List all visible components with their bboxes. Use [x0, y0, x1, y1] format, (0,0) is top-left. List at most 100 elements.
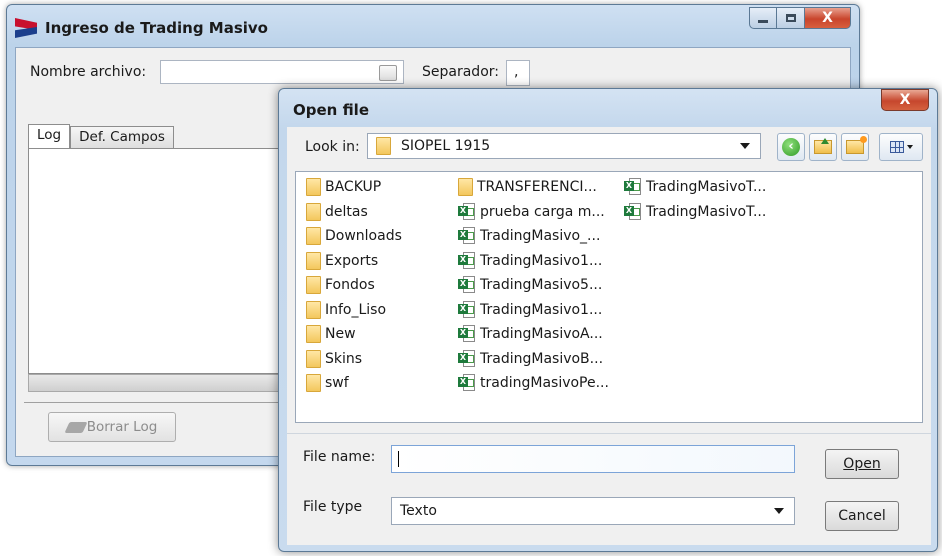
- file-name-text: Downloads: [325, 228, 402, 244]
- file-list[interactable]: BACKUP deltas Downloads Exports Fondos Info_L…: [295, 171, 923, 423]
- divider: [24, 402, 294, 403]
- folder-icon: [306, 300, 321, 319]
- file-name-text: TradingMasivo1...: [480, 301, 603, 318]
- title-bar: Ingreso de Trading Masivo: [15, 15, 268, 41]
- file-name-text: TradingMasivoT...: [646, 179, 767, 195]
- file-name-input[interactable]: [391, 445, 795, 473]
- look-in-value: SIOPEL 1915: [401, 138, 491, 154]
- file-list-item[interactable]: X TradingMasivo1...: [458, 250, 602, 272]
- browse-icon[interactable]: [379, 65, 397, 81]
- open-button-label: Open: [843, 456, 881, 472]
- look-in-label: Look in:: [305, 139, 360, 155]
- file-list-item[interactable]: TRANSFERENCI...: [458, 176, 597, 198]
- file-list-item[interactable]: Skins: [306, 348, 362, 370]
- file-list-item[interactable]: X TradingMasivoT...: [624, 201, 766, 223]
- file-list-item[interactable]: X TradingMasivoA...: [458, 323, 603, 345]
- file-list-item[interactable]: New: [306, 323, 356, 345]
- open-file-dialog: Open file X Look in: SIOPEL 1915 ‹ BACKU…: [278, 88, 938, 552]
- up-folder-icon: [814, 138, 832, 154]
- folder-icon: [306, 178, 321, 196]
- excel-file-icon: X: [458, 349, 476, 368]
- tab-def-campos[interactable]: Def. Campos: [70, 126, 174, 148]
- maximize-button[interactable]: [777, 7, 805, 29]
- up-folder-button[interactable]: [809, 133, 837, 161]
- file-name-text: swf: [325, 375, 349, 391]
- look-in-row: Look in: SIOPEL 1915 ‹: [287, 127, 931, 167]
- file-name-text: TradingMasivo1...: [480, 252, 603, 269]
- file-type-label: File type: [303, 499, 363, 515]
- folder-icon: [376, 137, 391, 155]
- close-button[interactable]: X: [805, 7, 851, 29]
- folder-icon: [458, 178, 473, 196]
- file-name-text: deltas: [325, 203, 368, 220]
- tab-strip: Log Def. Campos: [28, 124, 174, 148]
- file-name-text: TRANSFERENCI...: [477, 179, 597, 195]
- back-button[interactable]: ‹: [777, 133, 805, 161]
- file-name-label: File name:: [303, 449, 376, 465]
- excel-file-icon: X: [458, 325, 476, 343]
- log-panel: [28, 148, 290, 374]
- app-logo-icon: [15, 18, 37, 38]
- look-in-dropdown[interactable]: SIOPEL 1915: [367, 133, 761, 159]
- file-type-value: Texto: [400, 503, 437, 519]
- horizontal-scrollbar[interactable]: [28, 374, 290, 392]
- file-list-item[interactable]: X TradingMasivo_...: [458, 225, 600, 247]
- file-list-item[interactable]: Xprueba carga m...: [458, 201, 605, 223]
- cancel-button[interactable]: Cancel: [825, 501, 899, 531]
- file-name-text: TradingMasivo5...: [480, 277, 603, 293]
- separador-input[interactable]: ,: [506, 60, 530, 86]
- file-name-text: TradingMasivo_...: [480, 228, 601, 244]
- view-menu-button[interactable]: [879, 133, 923, 161]
- file-list-item[interactable]: X TradingMasivoT...: [624, 176, 766, 198]
- file-list-item[interactable]: BACKUP: [306, 176, 381, 198]
- file-list-item[interactable]: X TradingMasivo1...: [458, 299, 602, 321]
- view-grid-icon: [889, 141, 904, 153]
- file-list-item[interactable]: Downloads: [306, 225, 402, 247]
- nombre-archivo-label: Nombre archivo:: [30, 64, 147, 80]
- eraser-icon: [64, 421, 88, 433]
- file-name-text: BACKUP: [325, 179, 382, 195]
- file-name-text: Info_Liso: [325, 301, 387, 318]
- chevron-down-icon: [740, 143, 750, 149]
- divider: [287, 433, 931, 434]
- file-list-item[interactable]: Info_Liso: [306, 299, 386, 321]
- file-list-item[interactable]: swf: [306, 372, 349, 394]
- file-name-text: TradingMasivoT...: [646, 203, 767, 220]
- cancel-button-label: Cancel: [838, 508, 886, 524]
- open-button[interactable]: Open: [825, 449, 899, 479]
- file-name-text: tradingMasivoPe...: [480, 375, 609, 391]
- excel-file-icon: X: [458, 374, 476, 392]
- file-name-text: Exports: [325, 252, 379, 269]
- nombre-archivo-input[interactable]: [160, 60, 404, 84]
- new-folder-button[interactable]: [841, 133, 869, 161]
- folder-icon: [306, 227, 321, 245]
- chevron-down-icon: [906, 145, 913, 149]
- file-list-item[interactable]: X TradingMasivoB...: [458, 348, 603, 370]
- minimize-button[interactable]: [749, 7, 777, 29]
- tab-log[interactable]: Log: [28, 124, 71, 148]
- excel-file-icon: X: [458, 300, 476, 319]
- separador-label: Separador:: [422, 64, 499, 80]
- folder-icon: [306, 276, 321, 294]
- file-type-dropdown[interactable]: Texto: [391, 497, 795, 525]
- file-list-item[interactable]: X TradingMasivo5...: [458, 274, 602, 296]
- dialog-close-button[interactable]: X: [881, 89, 929, 111]
- caption-buttons: X: [749, 7, 851, 29]
- new-folder-icon: [846, 136, 867, 154]
- separador-value: ,: [514, 64, 519, 80]
- file-list-item[interactable]: Exports: [306, 250, 378, 272]
- file-name-text: Skins: [325, 350, 363, 367]
- folder-icon: [306, 374, 321, 392]
- chevron-down-icon: [774, 508, 784, 514]
- excel-file-icon: X: [458, 227, 476, 245]
- file-list-item[interactable]: deltas: [306, 201, 368, 223]
- borrar-log-label: Borrar Log: [86, 419, 158, 435]
- file-list-item[interactable]: Fondos: [306, 274, 375, 296]
- borrar-log-button[interactable]: Borrar Log: [48, 412, 176, 442]
- excel-file-icon: X: [458, 202, 476, 221]
- file-list-item[interactable]: XtradingMasivoPe...: [458, 372, 609, 394]
- excel-file-icon: X: [624, 202, 642, 221]
- excel-file-icon: X: [458, 251, 476, 270]
- file-name-text: New: [325, 326, 356, 342]
- file-name-text: TradingMasivoA...: [480, 326, 603, 342]
